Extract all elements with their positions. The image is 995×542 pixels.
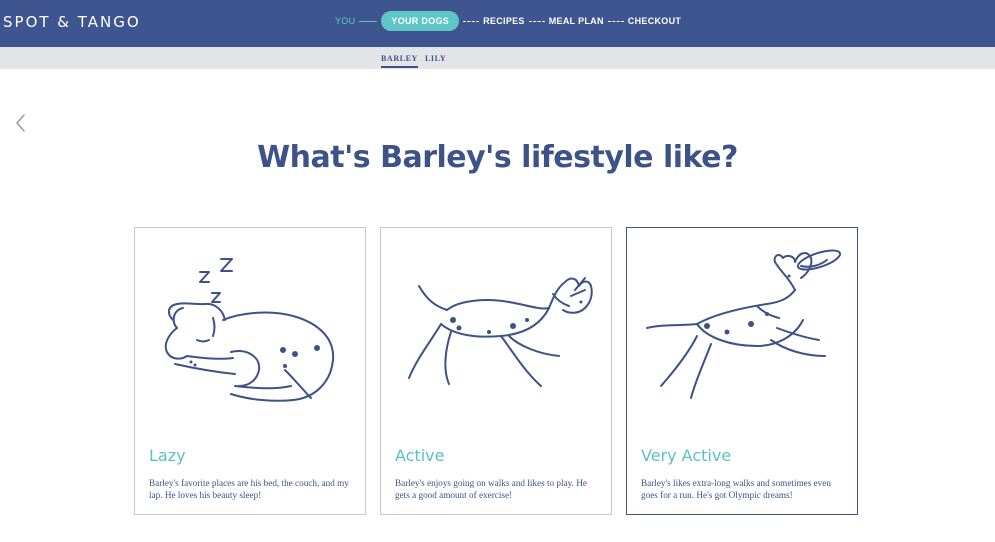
- step-checkout: CHECKOUT: [627, 16, 682, 26]
- option-description: Barley's favorite places are his bed, th…: [149, 478, 349, 500]
- dog-tab-barley[interactable]: BARLEY: [381, 54, 418, 68]
- progress-steps: YOU YOUR DOGS RECIPES MEAL PLAN CHECKOUT: [335, 11, 681, 31]
- step-connector: [463, 20, 480, 22]
- step-connector: [607, 20, 624, 22]
- step-your-dogs[interactable]: YOUR DOGS: [381, 11, 460, 31]
- option-title: Lazy: [149, 446, 186, 465]
- step-connector: [359, 20, 378, 22]
- option-description: Barley's enjoys going on walks and likes…: [395, 478, 587, 500]
- step-recipes: RECIPES: [483, 16, 525, 26]
- brand-logo[interactable]: SPOT & TANGO: [3, 13, 141, 31]
- step-meal-plan: MEAL PLAN: [548, 16, 604, 26]
- dog-tab-lily[interactable]: LILY: [425, 54, 446, 63]
- lifestyle-option-lazy[interactable]: Lazy Barley's favorite places are his be…: [134, 227, 366, 515]
- step-connector: [528, 20, 545, 22]
- option-title: Very Active: [641, 446, 732, 465]
- dog-tabs-bar: BARLEY LILY: [0, 47, 995, 69]
- chevron-left-icon[interactable]: [13, 113, 29, 133]
- top-navigation-bar: SPOT & TANGO YOU YOUR DOGS RECIPES MEAL …: [0, 0, 995, 47]
- page-title: What's Barley's lifestyle like?: [257, 140, 738, 175]
- step-you[interactable]: YOU: [335, 16, 355, 26]
- frisbee-dog-icon: [646, 249, 842, 399]
- option-title: Active: [395, 446, 445, 465]
- option-description: Barley's likes extra-long walks and some…: [641, 478, 831, 500]
- lifestyle-option-active[interactable]: Active Barley's enjoys going on walks an…: [380, 227, 612, 515]
- running-dog-icon: [408, 277, 593, 387]
- sleeping-dog-icon: [164, 258, 335, 402]
- lifestyle-option-very-active[interactable]: Very Active Barley's likes extra-long wa…: [626, 227, 858, 515]
